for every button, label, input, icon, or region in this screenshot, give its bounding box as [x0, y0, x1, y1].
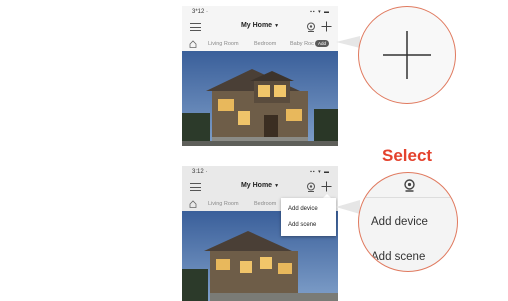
status-time: 3*12 ·	[192, 9, 209, 15]
tab-bedroom[interactable]: Bedroom	[254, 201, 276, 207]
camera-icon[interactable]	[403, 179, 416, 192]
zoom-callout-menu: Add device Add scene	[358, 172, 458, 272]
app-header: My Home ▼	[182, 18, 338, 36]
phone-screen-add-menu: 3:12 · ▪▪ ▾ ▬ My Home ▼ Living Room Bedro…	[182, 166, 338, 301]
camera-icon[interactable]	[306, 182, 316, 192]
status-bar: 3:12 · ▪▪ ▾ ▬	[182, 166, 338, 178]
add-tooltip-badge: Add	[315, 40, 330, 47]
callout-connector-top	[336, 36, 360, 48]
caret-down-icon: ▼	[274, 23, 280, 29]
camera-icon[interactable]	[306, 22, 316, 32]
home-title: My Home	[240, 182, 273, 189]
room-tabs: Living Room Bedroom Baby Roc Add	[182, 38, 338, 51]
status-icons: ▪▪ ▾ ▬	[310, 9, 330, 15]
home-icon[interactable]	[189, 40, 197, 48]
tab-bedroom[interactable]: Bedroom	[254, 41, 276, 47]
plus-icon[interactable]	[381, 29, 433, 81]
home-title: My Home	[240, 22, 273, 29]
tab-baby-room[interactable]: Baby Roc	[290, 41, 314, 47]
home-icon[interactable]	[189, 200, 197, 208]
status-icons: ▪▪ ▾ ▬	[310, 169, 330, 175]
zoom-callout-add	[358, 6, 456, 104]
plus-icon[interactable]	[321, 21, 332, 32]
phone-screen-home: 3*12 · ▪▪ ▾ ▬ My Home ▼ Living Room Bedro…	[182, 6, 338, 146]
plus-icon[interactable]	[321, 181, 332, 192]
app-header: My Home ▼	[182, 178, 338, 196]
callout-connector-bottom	[336, 200, 360, 214]
zoom-divider	[359, 197, 457, 198]
zoom-toolbar	[359, 173, 457, 197]
home-photo	[182, 51, 338, 146]
tab-living-room[interactable]: Living Room	[208, 41, 239, 47]
menu-item-add-device[interactable]: Add device	[288, 206, 318, 212]
caret-down-icon: ▼	[274, 183, 280, 189]
menu-item-add-scene[interactable]: Add scene	[288, 222, 316, 228]
tab-living-room[interactable]: Living Room	[208, 201, 239, 207]
house-illustration	[182, 51, 338, 146]
select-instruction: Select	[382, 146, 433, 165]
menu-item-add-scene[interactable]: Add scene	[371, 251, 425, 263]
status-bar: 3*12 · ▪▪ ▾ ▬	[182, 6, 338, 18]
menu-item-add-device[interactable]: Add device	[371, 216, 428, 228]
add-menu-dropdown: Add device Add scene	[281, 198, 336, 236]
status-time: 3:12 ·	[192, 169, 208, 175]
